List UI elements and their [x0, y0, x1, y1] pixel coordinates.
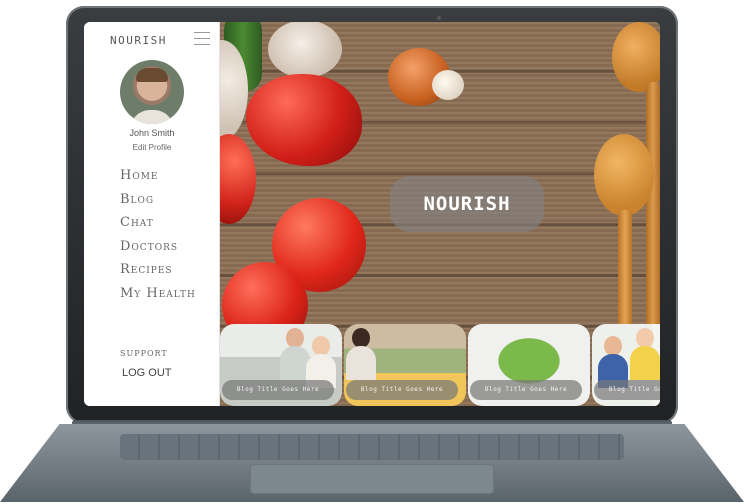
blog-strip: Blog Title Goes Here Blog Title Goes Her… [220, 324, 660, 406]
mushroom-image [268, 22, 342, 78]
sidebar: NOURISH John Smith Edit Profile Home Blo… [84, 22, 220, 406]
spoon-handle [618, 210, 632, 330]
spoon-image [594, 134, 654, 216]
screen: NOURISH John Smith Edit Profile Home Blo… [84, 22, 660, 406]
main-nav: Home Blog Chat Doctors Recipes My Health [120, 164, 196, 306]
nav-item-recipes[interactable]: Recipes [120, 258, 196, 282]
blog-card[interactable]: Blog Title Goes Here [592, 324, 660, 406]
blog-card[interactable]: Blog Title Goes Here [468, 324, 590, 406]
webcam-icon [437, 16, 441, 20]
avatar[interactable] [120, 60, 184, 124]
hero-banner: NOURISH Blog Title Goes Here Blog Title … [220, 22, 660, 406]
logout-button[interactable]: LOG OUT [122, 367, 172, 379]
blog-card-title: Blog Title Goes Here [346, 380, 458, 400]
support-link[interactable]: SUPPORT [120, 349, 168, 358]
laptop-trackpad [250, 464, 494, 494]
menu-icon[interactable] [194, 32, 210, 46]
laptop-keyboard [120, 434, 624, 460]
edit-profile-link[interactable]: Edit Profile [84, 143, 220, 152]
blog-card-title: Blog Title Goes Here [222, 380, 334, 400]
hero-title: NOURISH [390, 176, 544, 232]
garlic-image [432, 70, 464, 100]
nav-item-blog[interactable]: Blog [120, 188, 196, 212]
spoon-handle [646, 82, 660, 332]
blog-card[interactable]: Blog Title Goes Here [220, 324, 342, 406]
nav-item-home[interactable]: Home [120, 164, 196, 188]
nav-item-doctors[interactable]: Doctors [120, 235, 196, 259]
user-name: John Smith [129, 128, 175, 138]
blog-card[interactable]: Blog Title Goes Here [344, 324, 466, 406]
nav-item-chat[interactable]: Chat [120, 211, 196, 235]
brand-logo: NOURISH [110, 34, 167, 47]
pepper-image [246, 74, 362, 166]
nav-item-my-health[interactable]: My Health [120, 282, 196, 306]
tomato-image [220, 134, 256, 224]
blog-card-title: Blog Title Goes Here [470, 380, 582, 400]
blog-card-title: Blog Title Goes Here [594, 380, 660, 400]
